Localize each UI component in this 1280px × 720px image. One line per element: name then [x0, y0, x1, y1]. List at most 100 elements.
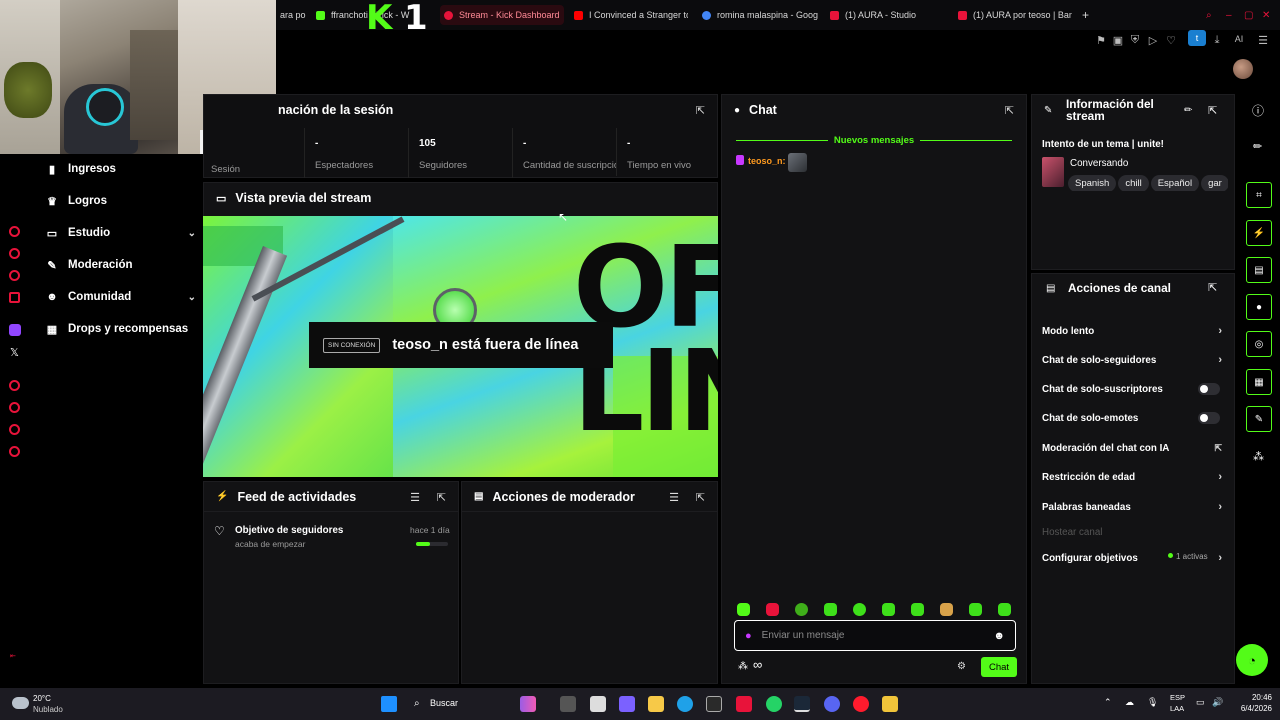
- browser-tab[interactable]: ara po: [276, 5, 306, 25]
- send-chat-button[interactable]: Chat: [981, 657, 1017, 677]
- mic-tray-icon[interactable]: 🎙: [1147, 697, 1158, 708]
- action-banned-words[interactable]: Palabras baneadas ›: [1042, 497, 1222, 517]
- emote-icon[interactable]: [969, 603, 982, 616]
- browser-tab[interactable]: romina malaspina - Googl: [698, 5, 818, 25]
- cloud-tray-icon[interactable]: ☁: [1125, 697, 1134, 708]
- sidebar-item-logros[interactable]: ♛ Logros: [46, 190, 196, 212]
- whatsapp-icon[interactable]: [766, 696, 782, 712]
- help-chat-button[interactable]: ◔: [1236, 644, 1268, 676]
- emote-icon[interactable]: [998, 603, 1011, 616]
- clock-time[interactable]: 20:46: [1232, 693, 1272, 702]
- browser-tab[interactable]: (1) AURA por teoso | Banc: [954, 5, 1072, 25]
- sidebar-item-moderacion[interactable]: ✎ Moderación: [46, 254, 196, 276]
- popout-icon[interactable]: ⇱: [1208, 281, 1217, 294]
- language-indicator[interactable]: ESP: [1170, 693, 1185, 702]
- emote-icon[interactable]: [795, 603, 808, 616]
- heart-icon[interactable]: ♡: [1164, 34, 1178, 47]
- popout-icon[interactable]: ⇱: [696, 104, 705, 117]
- settings-icon[interactable]: ⚙: [957, 661, 966, 672]
- edge-icon[interactable]: [677, 696, 693, 712]
- tool-document-button[interactable]: ▤: [1246, 257, 1272, 283]
- action-ai-moderation[interactable]: Moderación del chat con IA ⇱: [1042, 438, 1222, 458]
- browser-tab[interactable]: I Convinced a Stranger to: [570, 5, 688, 25]
- ai-button[interactable]: AI: [1229, 34, 1249, 44]
- download-icon[interactable]: ⤓: [1210, 34, 1224, 47]
- sidebar-item-drops[interactable]: ▦ Drops y recompensas: [46, 318, 206, 340]
- action-slow-mode[interactable]: Modo lento ›: [1042, 321, 1222, 341]
- tabs-icon[interactable]: ▣: [1111, 34, 1125, 47]
- emote-icon[interactable]: [911, 603, 924, 616]
- points-icon[interactable]: ⁂: [1253, 450, 1264, 463]
- info-icon[interactable]: ⓘ: [1252, 102, 1264, 119]
- chevron-up-icon[interactable]: ⌃: [1104, 697, 1112, 708]
- tiktok-icon[interactable]: [736, 696, 752, 712]
- close-icon[interactable]: ✕: [1258, 5, 1274, 25]
- app-icon[interactable]: [882, 696, 898, 712]
- app-icon[interactable]: [706, 696, 722, 712]
- weather-desc[interactable]: Nublado: [33, 705, 63, 714]
- windows-start-icon[interactable]: [381, 696, 397, 712]
- x-twitter-icon[interactable]: 𝕏: [10, 346, 19, 359]
- search-icon[interactable]: ⌕: [1202, 5, 1216, 25]
- emote-icon[interactable]: [766, 603, 779, 616]
- tool-broadcast-button[interactable]: ◎: [1246, 331, 1272, 357]
- rail-icon[interactable]: [9, 380, 20, 391]
- browser-tab-active[interactable]: Stream - Kick Dashboard: [440, 5, 564, 25]
- popout-icon[interactable]: ⇱: [696, 491, 705, 504]
- emote-icon[interactable]: [940, 603, 953, 616]
- minimize-icon[interactable]: –: [1222, 5, 1236, 25]
- tool-chat-button[interactable]: ●: [1246, 294, 1272, 320]
- action-configure-goals[interactable]: Configurar objetivos 1 activas ›: [1042, 548, 1222, 568]
- language-indicator[interactable]: LAA: [1170, 704, 1184, 713]
- maximize-icon[interactable]: ▢: [1240, 5, 1257, 25]
- folder-icon[interactable]: [648, 696, 664, 712]
- user-avatar[interactable]: [1233, 59, 1253, 79]
- popout-icon[interactable]: ⇱: [1005, 104, 1014, 117]
- tool-wrench-button[interactable]: ✎: [1246, 406, 1272, 432]
- rail-icon[interactable]: [9, 270, 20, 281]
- new-tab-button[interactable]: +: [1078, 5, 1094, 25]
- emote-icon[interactable]: [824, 603, 837, 616]
- play-icon[interactable]: ▷: [1146, 34, 1160, 47]
- steam-icon[interactable]: [794, 696, 810, 712]
- opera-icon[interactable]: [853, 696, 869, 712]
- search-icon[interactable]: ⌕: [414, 698, 420, 709]
- tool-screenshot-button[interactable]: ⌗: [1246, 182, 1272, 208]
- rail-icon[interactable]: [9, 402, 20, 413]
- shield-icon[interactable]: ⛨: [1128, 34, 1142, 47]
- volume-icon[interactable]: 🔊: [1212, 697, 1223, 708]
- emote-icon[interactable]: [882, 603, 895, 616]
- filter-icon[interactable]: ☰: [669, 491, 679, 504]
- tool-channel-button[interactable]: ▦: [1246, 369, 1272, 395]
- edit-icon[interactable]: ✏: [1253, 140, 1262, 153]
- emote-icon[interactable]: [737, 603, 750, 616]
- clock-date[interactable]: 6/4/2026: [1228, 704, 1272, 713]
- profile-badge[interactable]: t: [1188, 30, 1206, 46]
- rail-icon[interactable]: [9, 226, 20, 237]
- sidebar-item-estudio[interactable]: ▭ Estudio ⌄: [46, 222, 196, 244]
- mic-icon[interactable]: ●: [745, 630, 752, 642]
- popout-icon[interactable]: ⇱: [1208, 104, 1217, 117]
- infinity-icon[interactable]: ∞: [753, 657, 762, 672]
- emoji-icon[interactable]: ☻: [993, 630, 1005, 642]
- rail-icon[interactable]: [9, 446, 20, 457]
- rail-icon[interactable]: [9, 248, 20, 259]
- chat-input[interactable]: ● Enviar un mensaje ☻: [734, 620, 1016, 651]
- sidebar-item-ingresos[interactable]: ▮ Ingresos: [46, 158, 196, 180]
- network-icon[interactable]: ▭: [1196, 697, 1205, 708]
- points-icon[interactable]: ⁂: [738, 661, 748, 672]
- weather-temp[interactable]: 20°C: [33, 694, 51, 703]
- discord-icon[interactable]: [824, 696, 840, 712]
- popout-icon[interactable]: ⇱: [437, 491, 446, 504]
- subscribers-only-toggle[interactable]: [1198, 383, 1220, 395]
- sidebar-item-comunidad[interactable]: ☻ Comunidad ⌄: [46, 286, 196, 308]
- rail-icon[interactable]: [9, 424, 20, 435]
- filter-icon[interactable]: ☰: [410, 491, 420, 504]
- app-icon[interactable]: [619, 696, 635, 712]
- edit-icon[interactable]: ✏: [1184, 105, 1192, 116]
- rail-icon[interactable]: [9, 292, 20, 303]
- twitch-icon[interactable]: [9, 324, 21, 336]
- menu-icon[interactable]: ☰: [1256, 34, 1270, 47]
- tool-lightning-button[interactable]: ⚡: [1246, 220, 1272, 246]
- browser-tab[interactable]: (1) AURA - Studio: [826, 5, 946, 25]
